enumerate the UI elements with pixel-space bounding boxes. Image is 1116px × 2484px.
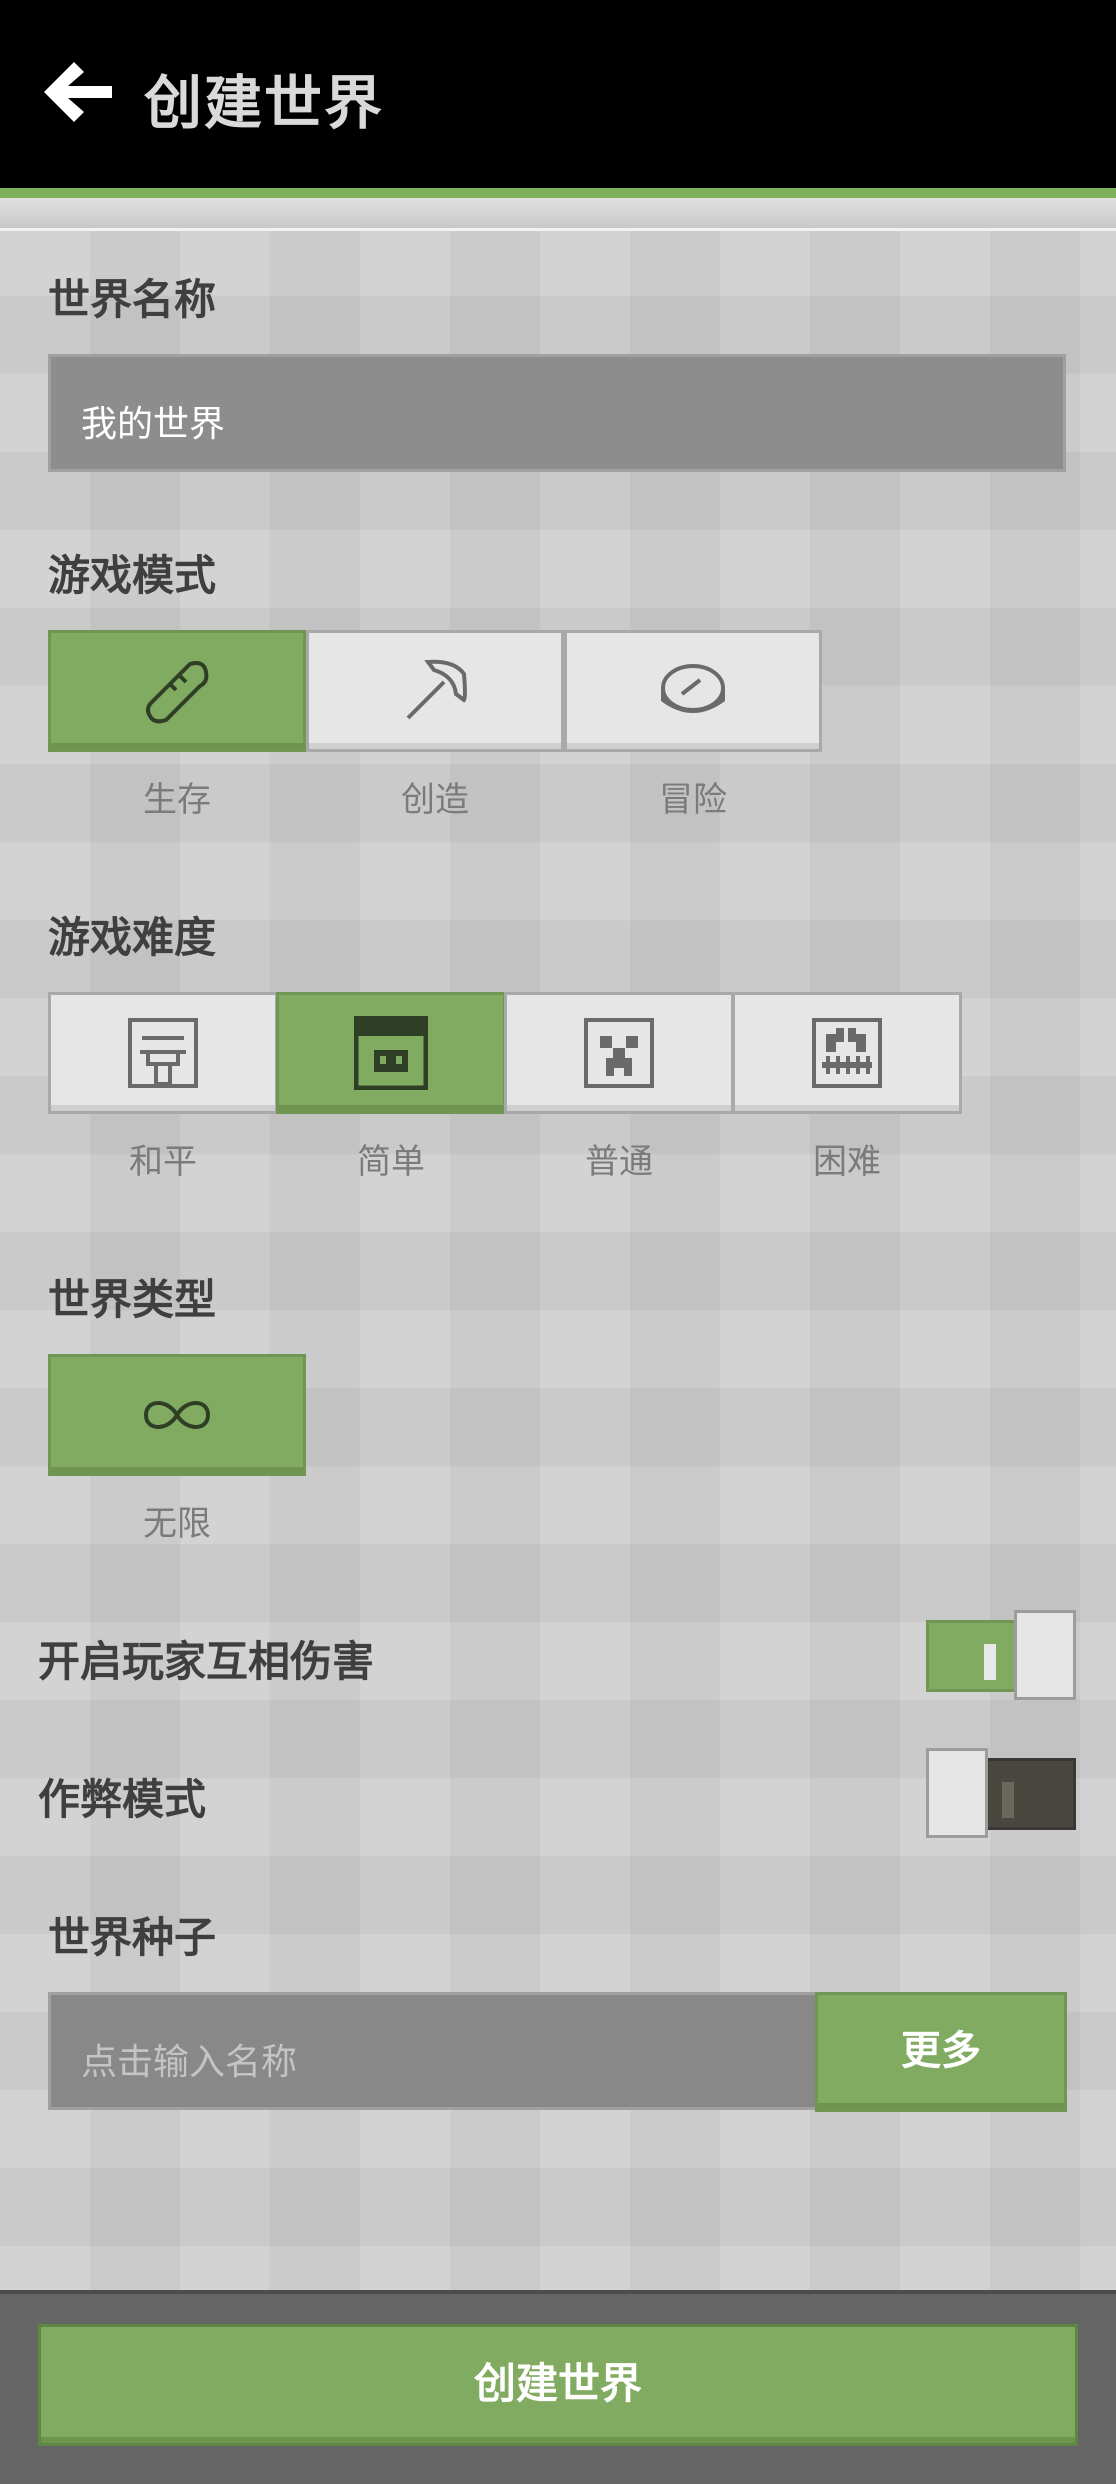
game-mode-creative-label: 创造 — [401, 780, 469, 820]
game-mode-survival-button[interactable] — [48, 630, 306, 752]
seed-input-placeholder: 点击输入名称 — [81, 2042, 298, 2083]
cheats-toggle-off-mark — [1002, 1782, 1014, 1818]
villager-icon — [128, 1018, 198, 1088]
world-type-infinite-label: 无限 — [143, 1504, 211, 1544]
cheats-toggle-label: 作弊模式 — [38, 1775, 207, 1824]
difficulty-label: 游戏难度 — [48, 913, 217, 962]
create-world-button[interactable]: 创建世界 — [38, 2324, 1078, 2446]
difficulty-peaceful-label: 和平 — [129, 1142, 197, 1182]
app-header: 创建世界 — [0, 0, 1116, 188]
pvp-toggle-knob[interactable] — [1014, 1610, 1076, 1700]
difficulty-normal-label: 普通 — [585, 1142, 653, 1182]
difficulty-normal-button[interactable] — [504, 992, 734, 1114]
world-name-input[interactable]: 我的世界 — [48, 354, 1066, 472]
difficulty-peaceful-button[interactable] — [48, 992, 278, 1114]
header-divider — [0, 198, 1116, 231]
difficulty-easy-label: 简单 — [357, 1142, 425, 1182]
difficulty-easy-button[interactable] — [276, 992, 506, 1114]
bread-icon — [146, 661, 209, 724]
world-name-label: 世界名称 — [48, 275, 217, 324]
infinity-icon — [143, 1401, 211, 1429]
cheats-toggle-switch[interactable] — [926, 1748, 1078, 1840]
compass-icon — [661, 664, 725, 713]
game-mode-creative-button[interactable] — [306, 630, 564, 752]
ghast-icon — [812, 1018, 882, 1088]
creeper-icon — [584, 1018, 654, 1088]
seed-input[interactable]: 点击输入名称 — [48, 1992, 818, 2110]
pvp-toggle-label: 开启玩家互相伤害 — [38, 1637, 375, 1686]
game-mode-survival-label: 生存 — [143, 780, 211, 820]
cheats-toggle-knob[interactable] — [926, 1748, 988, 1838]
difficulty-hard-label: 困难 — [813, 1142, 881, 1182]
back-arrow-icon[interactable] — [40, 58, 116, 126]
pickaxe-icon — [406, 659, 467, 720]
seed-label: 世界种子 — [48, 1913, 217, 1962]
page-title: 创建世界 — [144, 69, 385, 137]
world-name-value: 我的世界 — [81, 404, 226, 445]
game-mode-adventure-label: 冒险 — [659, 780, 727, 820]
difficulty-hard-button[interactable] — [732, 992, 962, 1114]
pvp-toggle-switch[interactable] — [926, 1610, 1078, 1702]
world-type-label: 世界类型 — [48, 1275, 217, 1324]
pvp-toggle-on-mark — [984, 1644, 996, 1680]
game-mode-label: 游戏模式 — [48, 551, 217, 600]
header-accent-bar — [0, 188, 1116, 198]
seed-more-button[interactable]: 更多 — [815, 1992, 1067, 2112]
game-mode-adventure-button[interactable] — [564, 630, 822, 752]
world-type-infinite-button[interactable] — [48, 1354, 306, 1476]
pig-icon — [354, 1016, 428, 1090]
